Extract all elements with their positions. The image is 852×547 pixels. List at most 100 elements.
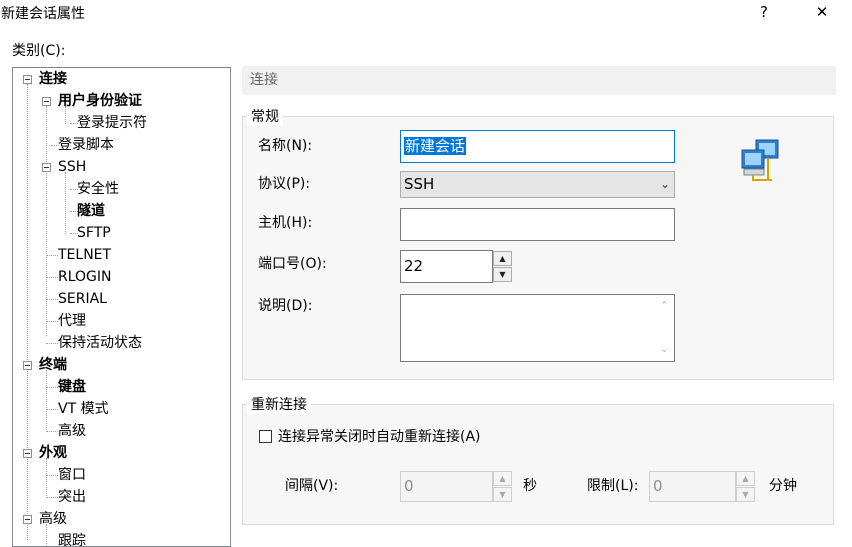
- protocol-select[interactable]: SSH ⌄: [400, 171, 675, 198]
- collapse-icon[interactable]: [23, 515, 32, 524]
- tree-item-connection[interactable]: 连接: [39, 68, 67, 90]
- tree-item-label: 隧道: [77, 203, 105, 219]
- tree-item-appearance[interactable]: 外观: [39, 442, 67, 464]
- tree-item-keepalive[interactable]: 保持活动状态: [58, 332, 142, 354]
- protocol-value: SSH: [404, 175, 435, 193]
- help-button[interactable]: ?: [741, 0, 787, 26]
- tree-item-label: 窗口: [58, 467, 86, 483]
- scroll-down-icon: ⌄: [660, 345, 668, 355]
- limit-label: 限制(L):: [587, 478, 639, 494]
- tree-item-label: SFTP: [77, 225, 111, 241]
- auto-reconnect-label: 连接异常关闭时自动重新连接(A): [278, 429, 481, 445]
- tree-line: [46, 475, 58, 476]
- tree-item-rlogin[interactable]: RLOGIN: [58, 266, 112, 288]
- tree-item-label: 跟踪: [58, 533, 86, 547]
- window-title: 新建会话属性: [1, 6, 85, 22]
- limit-field[interactable]: 0: [649, 471, 736, 502]
- collapse-icon[interactable]: [42, 163, 51, 172]
- name-field[interactable]: 新建会话: [400, 130, 675, 163]
- tree-item-label: 安全性: [77, 181, 119, 197]
- port-down-button[interactable]: ▼: [493, 267, 512, 282]
- general-group-title: 常规: [247, 108, 283, 126]
- tree-item-sftp[interactable]: SFTP: [77, 222, 111, 244]
- auto-reconnect-checkbox[interactable]: [259, 430, 272, 443]
- close-button[interactable]: ✕: [799, 0, 845, 26]
- limit-down-button[interactable]: ▼: [736, 487, 755, 502]
- tree-line: [46, 387, 58, 388]
- protocol-label: 协议(P):: [258, 176, 311, 192]
- tree-item-label: 外观: [39, 445, 67, 461]
- tree-line: [46, 431, 58, 432]
- network-computers-icon: [741, 139, 779, 181]
- name-value: 新建会话: [404, 137, 467, 155]
- tree-item-terminal[interactable]: 终端: [39, 354, 67, 376]
- tree-item-label: 用户身份验证: [58, 93, 142, 109]
- tree-line: [46, 321, 58, 322]
- category-tree[interactable]: 连接 用户身份验证 登录提示符 登录脚本 SSH 安全性 隧道 SFTP TEL…: [12, 67, 231, 547]
- tree-item-label: 登录提示符: [77, 115, 147, 131]
- description-field[interactable]: ⌃ ⌄: [400, 294, 675, 362]
- tree-item-label: 保持活动状态: [58, 335, 142, 351]
- tree-line: [46, 106, 47, 336]
- tree-item-label: 连接: [39, 71, 67, 87]
- limit-unit: 分钟: [769, 478, 797, 494]
- tree-item-label: 登录脚本: [58, 137, 114, 153]
- collapse-icon[interactable]: [23, 75, 32, 84]
- tree-line: [46, 277, 58, 278]
- tree-line: [46, 458, 47, 498]
- tree-item-ssh[interactable]: SSH: [58, 156, 86, 178]
- tree-item-user-auth[interactable]: 用户身份验证: [58, 90, 142, 112]
- tree-item-label: 键盘: [58, 379, 86, 395]
- tree-item-label: 代理: [58, 313, 86, 329]
- tree-item-label: VT 模式: [58, 401, 109, 417]
- tree-item-vt-mode[interactable]: VT 模式: [58, 398, 109, 420]
- tree-item-keyboard[interactable]: 键盘: [58, 376, 86, 398]
- tree-item-serial[interactable]: SERIAL: [58, 288, 107, 310]
- tree-item-label: SSH: [58, 159, 87, 175]
- tree-item-login-prompt[interactable]: 登录提示符: [77, 112, 147, 134]
- tree-line: [27, 84, 28, 540]
- interval-field[interactable]: 0: [400, 471, 493, 502]
- tree-item-label: 高级: [58, 423, 86, 439]
- tree-item-security[interactable]: 安全性: [77, 178, 119, 200]
- tree-line: [46, 497, 58, 498]
- tree-line: [46, 255, 58, 256]
- scroll-up-icon: ⌃: [660, 301, 668, 311]
- chevron-down-icon: ⌄: [659, 177, 670, 191]
- tree-item-label: TELNET: [58, 247, 112, 263]
- port-field[interactable]: 22: [400, 250, 493, 283]
- tree-item-advanced[interactable]: 高级: [39, 508, 67, 530]
- interval-up-button[interactable]: ▲: [493, 471, 512, 486]
- tree-item-label: SERIAL: [58, 291, 107, 307]
- port-label: 端口号(O):: [258, 256, 327, 272]
- name-label: 名称(N):: [258, 138, 313, 154]
- tree-item-telnet[interactable]: TELNET: [58, 244, 111, 266]
- limit-up-button[interactable]: ▲: [736, 471, 755, 486]
- tree-item-window[interactable]: 窗口: [58, 464, 86, 486]
- tree-item-label: 突出: [58, 489, 86, 505]
- collapse-icon[interactable]: [23, 449, 32, 458]
- collapse-icon[interactable]: [42, 97, 51, 106]
- port-up-button[interactable]: ▲: [493, 251, 512, 266]
- tree-item-label: 高级: [39, 511, 67, 527]
- category-label: 类别(C):: [12, 43, 66, 59]
- host-label: 主机(H):: [258, 215, 313, 231]
- reconnect-group: [242, 404, 834, 525]
- host-field[interactable]: [400, 208, 675, 241]
- description-label: 说明(D):: [258, 298, 313, 314]
- tree-line: [46, 409, 58, 410]
- tree-item-label: 终端: [39, 357, 67, 373]
- interval-down-button[interactable]: ▼: [493, 487, 512, 502]
- section-header: 连接: [242, 66, 836, 95]
- interval-unit: 秒: [523, 478, 537, 494]
- tree-item-label: RLOGIN: [58, 269, 112, 285]
- tree-item-login-script[interactable]: 登录脚本: [58, 134, 114, 156]
- tree-item-terminal-advanced[interactable]: 高级: [58, 420, 86, 442]
- tree-item-proxy[interactable]: 代理: [58, 310, 86, 332]
- tree-item-highlight[interactable]: 突出: [58, 486, 86, 508]
- collapse-icon[interactable]: [23, 361, 32, 370]
- tree-item-tunnel[interactable]: 隧道: [77, 200, 105, 222]
- tree-line: [46, 343, 58, 344]
- interval-label: 间隔(V):: [285, 478, 339, 494]
- tree-line: [46, 299, 58, 300]
